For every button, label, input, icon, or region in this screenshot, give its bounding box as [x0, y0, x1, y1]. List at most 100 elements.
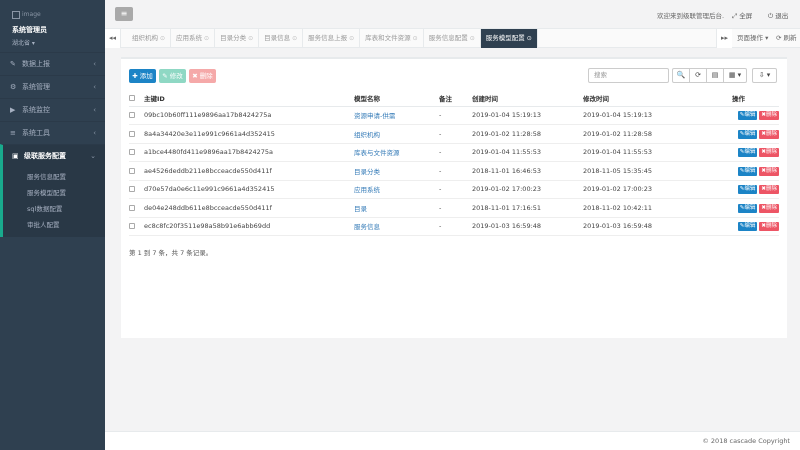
column-header-modified[interactable]: 修改时间: [583, 91, 698, 107]
cell-id: d70e57da0e6c11e991c9661a4d352415: [144, 180, 354, 199]
tab-service-report[interactable]: 服务信息上报 ⊙: [303, 29, 361, 48]
close-icon[interactable]: ⊙: [204, 35, 209, 42]
column-header-remark[interactable]: 备注: [439, 91, 472, 107]
cell-model-name[interactable]: 资源申请-供需: [354, 106, 439, 125]
tab-label: 应用系统: [176, 34, 203, 42]
close-icon[interactable]: ⊙: [248, 35, 253, 42]
welcome-text: 欢迎来到级联管理后台.: [657, 12, 725, 20]
close-icon[interactable]: ⊙: [470, 35, 475, 42]
table-row[interactable]: ae4526deddb211e8bcceacde550d411f 目录分类 - …: [129, 161, 779, 181]
cell-model-name[interactable]: 应用系统: [354, 180, 439, 199]
menu-toggle-button[interactable]: ≡: [115, 7, 133, 21]
cell-remark: -: [439, 106, 472, 125]
fullscreen-button[interactable]: ⤢ 全屏: [732, 10, 752, 21]
search-icon[interactable]: 🔍: [672, 68, 690, 83]
row-edit-button[interactable]: ✎编辑: [737, 185, 758, 195]
table-row[interactable]: 09bc10b60ff111e9896aa17b8424275a 资源申请-供需…: [129, 106, 779, 125]
row-checkbox[interactable]: [129, 149, 135, 156]
column-header-created[interactable]: 创建时间: [472, 91, 583, 107]
cell-model-name[interactable]: 服务信息: [354, 217, 439, 236]
row-edit-button[interactable]: ✎编辑: [737, 111, 758, 121]
row-edit-button[interactable]: ✎编辑: [737, 129, 758, 139]
cell-actions: ✎编辑 ✖删除: [698, 106, 779, 125]
add-button[interactable]: ✚ 添加: [129, 69, 156, 83]
submenu-item-approver-config[interactable]: 审批人配置: [3, 217, 105, 233]
search-input[interactable]: 搜索: [588, 68, 669, 83]
refresh-icon[interactable]: ⟳: [689, 68, 707, 83]
row-checkbox[interactable]: [129, 112, 135, 119]
image-placeholder-icon: [12, 10, 20, 19]
row-delete-button[interactable]: ✖删除: [759, 185, 779, 195]
close-icon[interactable]: ⊙: [160, 35, 165, 42]
row-checkbox[interactable]: [129, 186, 135, 193]
tab-app-system[interactable]: 应用系统 ⊙: [171, 29, 216, 48]
row-checkbox[interactable]: [129, 130, 135, 137]
column-header-model-name[interactable]: 模型名称: [354, 91, 439, 107]
select-all-checkbox[interactable]: [129, 95, 135, 102]
cell-remark: -: [439, 124, 472, 144]
row-delete-button[interactable]: ✖删除: [759, 129, 779, 139]
table-row[interactable]: de04e248ddb611e8bcceacde550d411f 目录 - 20…: [129, 198, 779, 218]
tab-scroll-left-button[interactable]: ◂◂: [105, 29, 121, 48]
columns-icon[interactable]: ▦ ▾: [723, 68, 747, 83]
cell-id: de04e248ddb611e8bcceacde550d411f: [144, 198, 354, 218]
sidebar-item-cascade-service-config[interactable]: ▣ 级联服务配置 ⌄: [0, 144, 105, 167]
cell-remark: -: [439, 217, 472, 236]
logout-button[interactable]: ⏻ 退出: [768, 10, 788, 21]
row-delete-button[interactable]: ✖删除: [759, 222, 779, 232]
cell-model-name[interactable]: 目录分类: [354, 161, 439, 181]
table-row[interactable]: a1bce4480fd411e9896aa17b8424275a 库表与文件资源…: [129, 143, 779, 162]
refresh-button[interactable]: ⟳ 刷新: [776, 29, 797, 48]
close-icon[interactable]: ⊙: [527, 35, 532, 42]
tab-catalog-category[interactable]: 目录分类 ⊙: [215, 29, 260, 48]
tab-service-info-config[interactable]: 服务信息配置 ⊙: [424, 29, 481, 48]
close-icon[interactable]: ⊙: [413, 35, 418, 42]
close-icon[interactable]: ⊙: [349, 35, 354, 42]
tab-catalog-info[interactable]: 目录信息 ⊙: [259, 29, 304, 48]
table-row[interactable]: 8a4a34420e3e11e991c9661a4d352415 组织机构 - …: [129, 124, 779, 144]
row-checkbox[interactable]: [129, 223, 135, 230]
sidebar-item-label: 系统管理: [22, 83, 50, 91]
cell-modified: 2018-11-02 10:42:11: [583, 198, 698, 218]
tab-table-file-resources[interactable]: 库表和文件资源 ⊙: [360, 29, 424, 48]
sidebar-item-system-management[interactable]: ⚙ 系统管理 ‹: [0, 75, 105, 98]
row-delete-button[interactable]: ✖删除: [759, 166, 779, 176]
cell-id: a1bce4480fd411e9896aa17b8424275a: [144, 143, 354, 162]
cell-remark: -: [439, 180, 472, 199]
close-icon[interactable]: ⊙: [292, 35, 297, 42]
sidebar-item-system-monitor[interactable]: ▶ 系统监控 ‹: [0, 98, 105, 121]
cell-created: 2019-01-04 15:19:13: [472, 106, 583, 125]
cell-model-name[interactable]: 目录: [354, 198, 439, 218]
row-edit-button[interactable]: ✎编辑: [737, 203, 758, 213]
row-delete-button[interactable]: ✖删除: [759, 203, 779, 213]
tab-org[interactable]: 组织机构 ⊙: [127, 29, 172, 48]
region-dropdown[interactable]: 湖北省 ▾: [12, 38, 93, 47]
row-edit-button[interactable]: ✎编辑: [737, 166, 758, 176]
row-edit-button[interactable]: ✎编辑: [737, 148, 758, 158]
row-edit-button[interactable]: ✎编辑: [737, 222, 758, 232]
list-toggle-icon[interactable]: ▤: [706, 68, 724, 83]
submenu-item-service-info-config[interactable]: 服务信息配置: [3, 169, 105, 185]
tab-label: 服务信息配置: [428, 34, 468, 42]
page-operations-dropdown[interactable]: 页面操作 ▾: [737, 29, 768, 48]
tab-service-model-config[interactable]: 服务模型配置 ⊙: [480, 29, 538, 48]
submenu-item-service-model-config[interactable]: 服务模型配置: [3, 185, 105, 201]
table-row[interactable]: d70e57da0e6c11e991c9661a4d352415 应用系统 - …: [129, 180, 779, 199]
delete-button[interactable]: ✖ 删除: [189, 69, 216, 83]
row-checkbox[interactable]: [129, 204, 135, 211]
row-delete-button[interactable]: ✖删除: [759, 148, 779, 158]
tab-scroll-right-button[interactable]: ▸▸: [716, 29, 732, 48]
export-icon[interactable]: ⇩ ▾: [752, 68, 777, 83]
table-row[interactable]: ec8c8fc20f3511e98a58b91e6abb69dd 服务信息 - …: [129, 217, 779, 236]
cell-model-name[interactable]: 组织机构: [354, 124, 439, 144]
sidebar-item-system-tools[interactable]: ≡ 系统工具 ‹: [0, 121, 105, 144]
submenu-item-sql-data-config[interactable]: sql数据配置: [3, 201, 105, 217]
row-checkbox[interactable]: [129, 167, 135, 174]
sidebar-item-data-report[interactable]: ✎ 数据上报 ‹: [0, 52, 105, 75]
video-icon: ▶: [10, 106, 16, 114]
row-delete-button[interactable]: ✖删除: [759, 111, 779, 121]
cell-model-name[interactable]: 库表与文件资源: [354, 143, 439, 162]
column-header-id[interactable]: 主键ID: [144, 91, 354, 107]
cell-actions: ✎编辑 ✖删除: [698, 198, 779, 218]
edit-button[interactable]: ✎ 修改: [159, 69, 186, 83]
